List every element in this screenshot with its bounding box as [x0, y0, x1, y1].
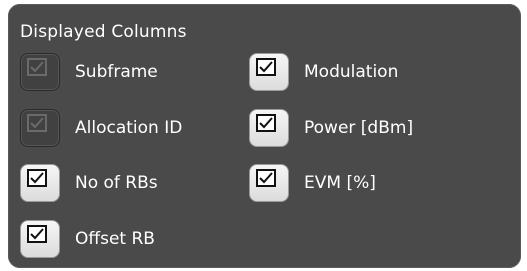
option-subframe: Subframe — [20, 53, 158, 91]
allocation-id-checkbox — [20, 109, 60, 147]
offset-rb-checkbox[interactable] — [20, 220, 60, 258]
no-of-rbs-checkbox[interactable] — [20, 164, 60, 202]
modulation-label[interactable]: Modulation — [304, 62, 398, 82]
option-evm[interactable]: EVM [%] — [249, 164, 376, 202]
checkmark-icon — [27, 225, 47, 243]
power-label[interactable]: Power [dBm] — [304, 118, 413, 138]
option-modulation[interactable]: Modulation — [249, 53, 398, 91]
option-no-of-rbs[interactable]: No of RBs — [20, 164, 158, 202]
checkmark-icon — [256, 114, 276, 132]
evm-label[interactable]: EVM [%] — [304, 173, 376, 193]
option-power[interactable]: Power [dBm] — [249, 109, 413, 147]
no-of-rbs-label[interactable]: No of RBs — [75, 173, 158, 193]
checkmark-icon — [256, 58, 276, 76]
power-checkbox[interactable] — [249, 109, 289, 147]
option-allocation-id: Allocation ID — [20, 109, 182, 147]
checkmark-icon — [27, 114, 47, 132]
option-offset-rb[interactable]: Offset RB — [20, 220, 155, 258]
modulation-checkbox[interactable] — [249, 53, 289, 91]
offset-rb-label[interactable]: Offset RB — [75, 229, 155, 249]
checkmark-icon — [256, 169, 276, 187]
section-title: Displayed Columns — [20, 22, 187, 42]
evm-checkbox[interactable] — [249, 164, 289, 202]
subframe-label: Subframe — [75, 62, 158, 82]
checkmark-icon — [27, 58, 47, 76]
subframe-checkbox — [20, 53, 60, 91]
allocation-id-label: Allocation ID — [75, 118, 183, 138]
checkmark-icon — [27, 169, 47, 187]
